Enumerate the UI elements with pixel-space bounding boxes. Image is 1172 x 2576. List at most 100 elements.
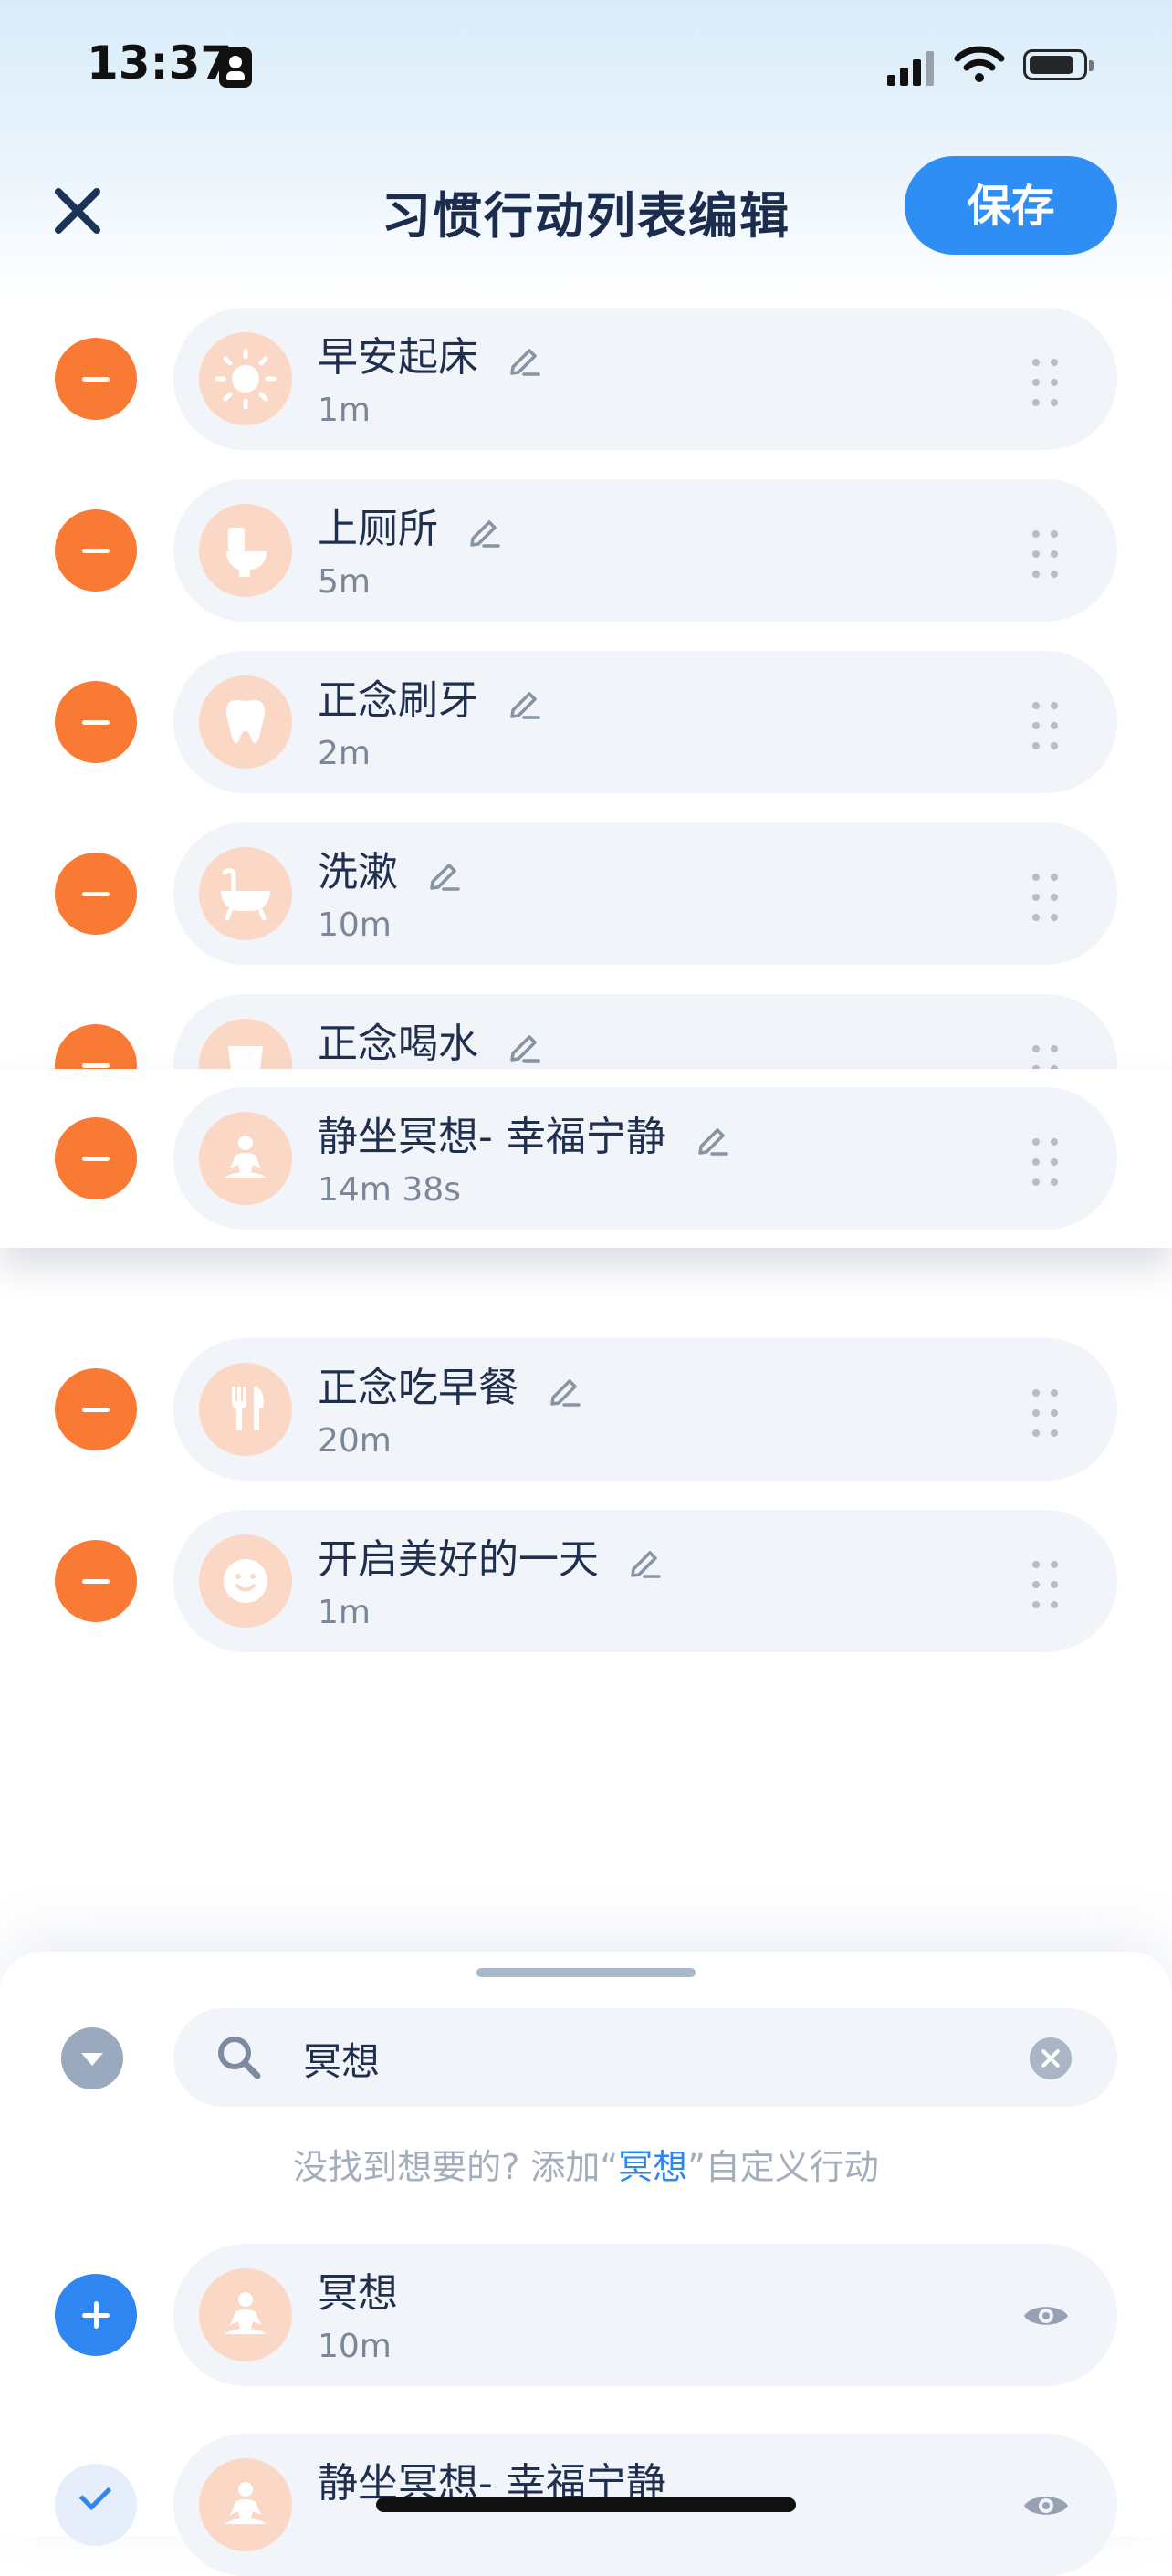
action-duration: 1m — [318, 1594, 371, 1631]
remove-action-button[interactable] — [55, 509, 137, 592]
action-name: 正念刷牙 — [318, 677, 478, 724]
drag-handle-icon[interactable] — [1027, 527, 1063, 581]
status-bar: 13:37 — [0, 0, 1172, 137]
search-input[interactable] — [301, 2030, 999, 2087]
action-name: 正念喝水 — [318, 1021, 478, 1067]
edit-pencil-icon[interactable] — [504, 340, 544, 380]
habit-row[interactable]: 正念吃早餐 20m — [0, 1338, 1172, 1481]
search-bar[interactable] — [173, 2008, 1117, 2107]
action-card[interactable]: 上厕所 5m — [173, 479, 1117, 622]
home-indicator — [376, 2497, 796, 2512]
edit-pencil-icon[interactable] — [624, 1542, 664, 1582]
action-duration: 14m 38s — [318, 1171, 461, 1209]
battery-icon — [1023, 49, 1094, 80]
fork-knife-icon — [199, 1363, 292, 1456]
cellular-signal-icon — [887, 49, 935, 86]
action-card[interactable]: 洗漱 10m — [173, 822, 1117, 965]
drag-handle-icon[interactable] — [1027, 1135, 1063, 1189]
remove-action-button[interactable] — [55, 1368, 137, 1450]
remove-action-button[interactable] — [55, 853, 137, 935]
remove-action-button[interactable] — [55, 1540, 137, 1622]
collapse-panel-icon[interactable] — [61, 2027, 123, 2089]
action-card[interactable]: 冥想 10m — [173, 2244, 1117, 2386]
wifi-icon — [954, 46, 1005, 82]
action-duration: 5m — [318, 563, 371, 601]
habit-row[interactable]: 洗漱 10m — [0, 822, 1172, 965]
action-name: 上厕所 — [318, 506, 438, 552]
water-cup-icon — [199, 1019, 292, 1073]
drag-handle-icon[interactable] — [1027, 1042, 1063, 1073]
save-button[interactable]: 保存 — [905, 156, 1117, 255]
edit-pencil-icon[interactable] — [424, 854, 464, 895]
action-duration: 2m — [318, 735, 371, 772]
status-time: 13:37 — [87, 37, 233, 89]
action-duration: 20m — [318, 1422, 392, 1460]
action-name: 早安起床 — [318, 334, 478, 381]
nav-header: 习惯行动列表编辑 保存 — [0, 155, 1172, 256]
meditation-icon — [199, 2268, 292, 2361]
add-action-button[interactable] — [55, 2274, 137, 2356]
action-name-line: 开启美好的一天 — [318, 1526, 664, 1585]
action-name-line: 冥想 — [318, 2260, 398, 2319]
action-name: 冥想 — [318, 2270, 398, 2317]
toilet-icon — [199, 504, 292, 597]
action-name-line: 早安起床 — [318, 324, 544, 382]
action-duration: 10m — [318, 2328, 392, 2365]
drag-handle-icon[interactable] — [1027, 870, 1063, 925]
action-duration: 1m — [318, 392, 371, 429]
drag-handle-icon[interactable] — [1027, 355, 1063, 410]
clear-search-icon[interactable] — [1030, 2037, 1072, 2079]
action-name: 静坐冥想- 幸福宁静 — [318, 1114, 666, 1160]
remove-action-button[interactable] — [55, 681, 137, 763]
habit-row[interactable]: 正念刷牙 2m — [0, 651, 1172, 793]
action-card[interactable]: 静坐冥想- 幸福宁静 14m 38s — [173, 1087, 1117, 1230]
habit-row-dragging[interactable]: 静坐冥想- 幸福宁静 14m 38s — [0, 1069, 1172, 1248]
drag-handle-icon[interactable] — [1027, 698, 1063, 753]
panel-grabber[interactable] — [476, 1968, 696, 1977]
action-card[interactable]: 正念刷牙 2m — [173, 651, 1117, 793]
contact-card-icon — [219, 47, 252, 88]
action-duration: 10m — [318, 906, 392, 944]
hint-suffix: ”自定义行动 — [687, 2147, 879, 2187]
edit-pencil-icon[interactable] — [504, 683, 544, 723]
habit-row[interactable]: 正念喝水 — [0, 994, 1172, 1073]
action-name-line: 上厕所 — [318, 496, 504, 554]
search-icon — [218, 2037, 261, 2079]
edit-pencil-icon[interactable] — [504, 1026, 544, 1066]
remove-action-button[interactable] — [55, 1117, 137, 1199]
added-check-button[interactable] — [55, 2464, 137, 2546]
edit-pencil-icon[interactable] — [464, 511, 504, 551]
action-name-line: 静坐冥想- 幸福宁静 — [318, 1104, 732, 1162]
action-name-line: 洗漱 — [318, 839, 464, 897]
smile-icon — [199, 1534, 292, 1628]
edit-pencil-icon[interactable] — [692, 1119, 732, 1159]
habit-row[interactable]: 开启美好的一天 1m — [0, 1510, 1172, 1652]
action-card[interactable]: 正念喝水 — [173, 994, 1117, 1073]
custom-action-hint: 没找到想要的? 添加“冥想”自定义行动 — [0, 2139, 1172, 2189]
preview-eye-icon[interactable] — [1022, 2490, 1070, 2521]
action-card[interactable]: 正念吃早餐 20m — [173, 1338, 1117, 1481]
action-name: 洗漱 — [318, 849, 398, 895]
action-name-line: 正念喝水 — [318, 1011, 544, 1069]
add-custom-action-link[interactable]: 冥想 — [618, 2147, 687, 2187]
drag-handle-icon[interactable] — [1027, 1557, 1063, 1612]
preview-eye-icon[interactable] — [1022, 2300, 1070, 2331]
action-name: 开启美好的一天 — [318, 1536, 599, 1583]
action-card[interactable]: 开启美好的一天 1m — [173, 1510, 1117, 1652]
habit-row[interactable]: 上厕所 5m — [0, 479, 1172, 622]
edit-pencil-icon[interactable] — [544, 1370, 584, 1410]
action-name-line: 正念吃早餐 — [318, 1355, 584, 1413]
drag-handle-icon[interactable] — [1027, 1386, 1063, 1440]
remove-action-button[interactable] — [55, 338, 137, 420]
result-row[interactable]: 冥想 10m — [0, 2244, 1172, 2386]
bathtub-icon — [199, 847, 292, 940]
tooth-icon — [199, 675, 292, 769]
action-name: 正念吃早餐 — [318, 1365, 518, 1411]
sun-icon — [199, 332, 292, 425]
remove-action-button[interactable] — [55, 1024, 137, 1073]
action-card[interactable]: 早安起床 1m — [173, 308, 1117, 450]
meditation-icon — [199, 1112, 292, 1205]
habit-row[interactable]: 早安起床 1m — [0, 308, 1172, 450]
action-name-line: 正念刷牙 — [318, 667, 544, 726]
meditation-icon — [199, 2458, 292, 2551]
